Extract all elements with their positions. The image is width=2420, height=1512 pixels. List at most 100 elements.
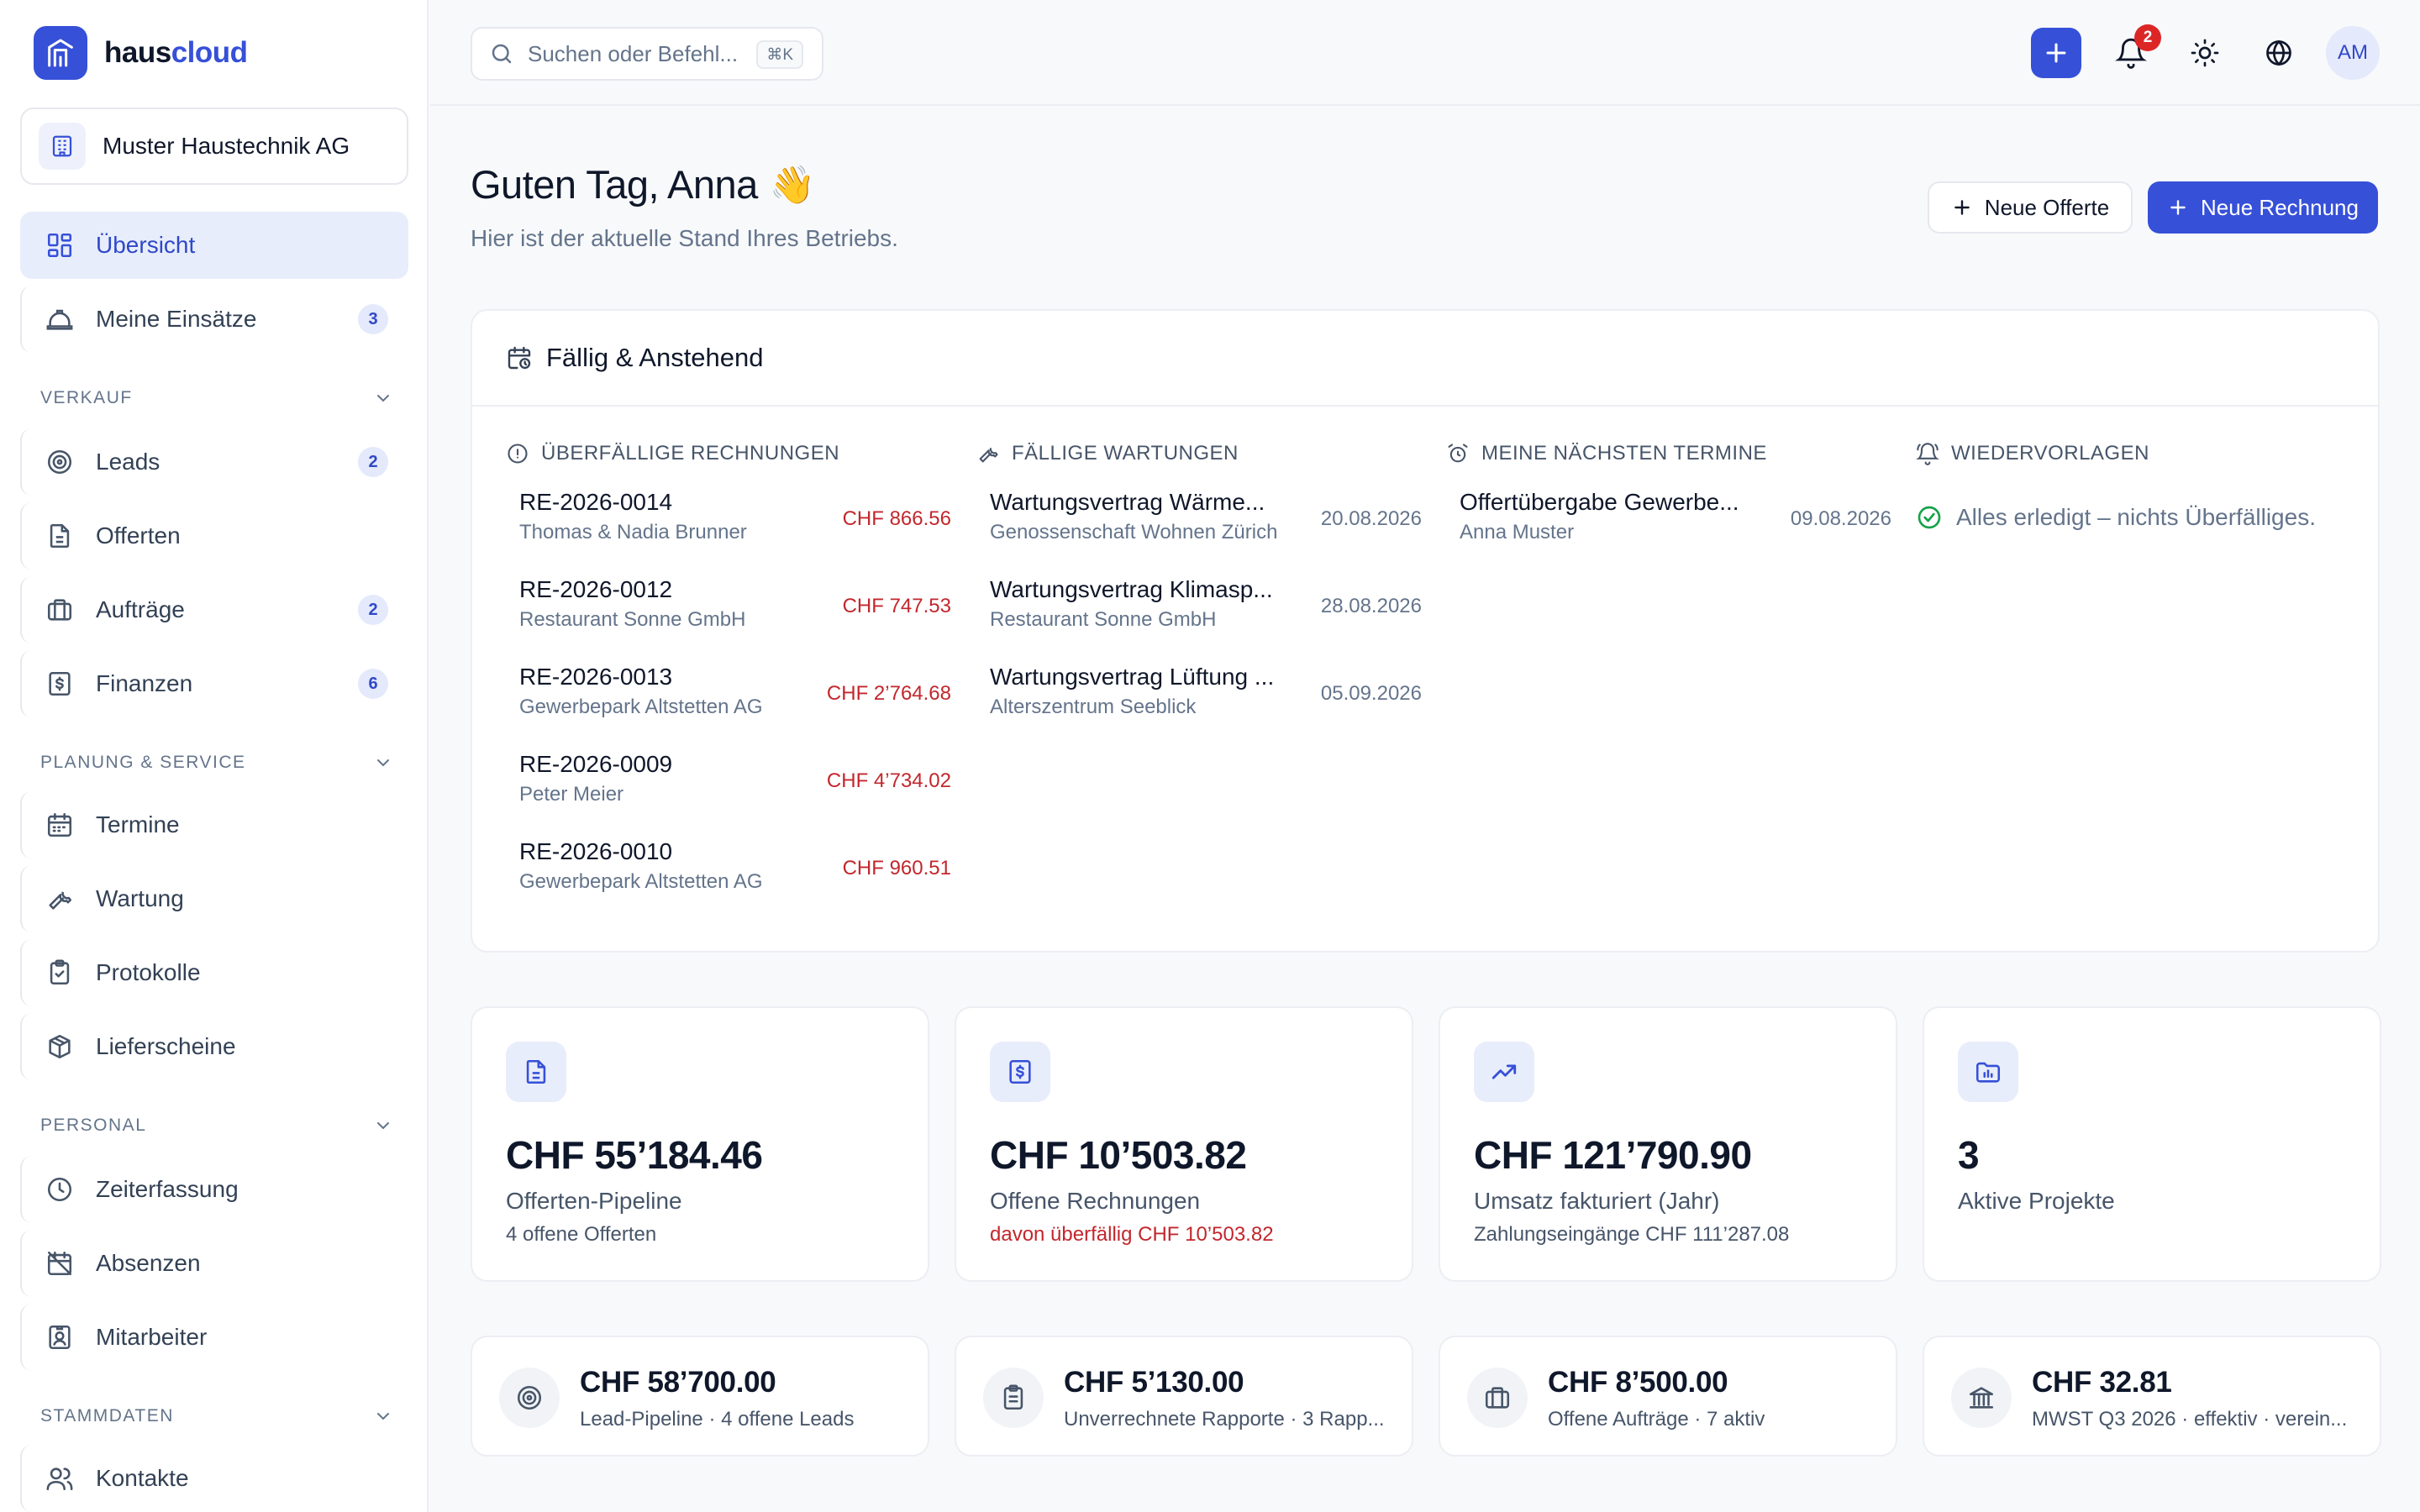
wrench-icon bbox=[44, 883, 76, 915]
sidebar-item-label: Offerten bbox=[96, 522, 181, 549]
stat-card-offer-pipeline[interactable]: CHF 55’184.46 Offerten-Pipeline 4 offene… bbox=[471, 1006, 929, 1282]
language-switcher[interactable] bbox=[2257, 31, 2301, 75]
sidebar-item-zeiterfassung[interactable]: Zeiterfassung bbox=[20, 1156, 408, 1223]
stat-card-active-projects[interactable]: 3 Aktive Projekte bbox=[1923, 1006, 2381, 1282]
column-header: FÄLLIGE WARTUNGEN bbox=[976, 440, 1430, 467]
building-icon bbox=[39, 123, 86, 170]
globe-icon bbox=[2264, 38, 2294, 68]
chevron-down-icon bbox=[373, 1406, 393, 1426]
theme-toggle[interactable] bbox=[2183, 31, 2227, 75]
shortcut-hint: ⌘K bbox=[756, 40, 803, 69]
company-switcher[interactable]: Muster Haustechnik AG bbox=[20, 108, 408, 185]
id-badge-icon bbox=[44, 1321, 76, 1353]
contract-client: Alterszentrum Seeblick bbox=[990, 696, 1197, 718]
mini-card-vat[interactable]: CHF 32.81 MWST Q3 2026 · effektiv · vere… bbox=[1923, 1336, 2381, 1457]
sidebar-item-label: Aufträge bbox=[96, 596, 185, 622]
sidebar-item-label: Kontakte bbox=[96, 1465, 189, 1491]
invoice-client: Gewerbepark Altstetten AG bbox=[519, 696, 763, 718]
sidebar-item-label: Leads bbox=[96, 449, 160, 475]
column-title: FÄLLIGE WARTUNGEN bbox=[1012, 442, 1239, 465]
sidebar-item-leads[interactable]: Leads 2 bbox=[20, 428, 408, 496]
sidebar-item-termine[interactable]: Termine bbox=[20, 791, 408, 858]
sidebar-item-finanzen[interactable]: Finanzen 6 bbox=[20, 650, 408, 717]
mini-value: CHF 8’500.00 bbox=[1548, 1366, 1728, 1399]
page-title: Guten Tag, Anna 👋 bbox=[471, 161, 816, 207]
target-icon bbox=[499, 1368, 560, 1428]
appointment-row[interactable]: Offertübergabe Gewerbe... Anna Muster 09… bbox=[1460, 489, 1891, 564]
top-bar: Suchen oder Befehl... ⌘K 2 AM bbox=[430, 0, 2420, 106]
invoice-client: Peter Meier bbox=[519, 783, 624, 806]
overdue-invoice-row[interactable]: RE-2026-0014 Thomas & Nadia Brunner CHF … bbox=[519, 489, 951, 564]
sidebar-item-label: Meine Einsätze bbox=[96, 306, 257, 332]
stat-card-open-invoices[interactable]: CHF 10’503.82 Offene Rechnungen davon üb… bbox=[955, 1006, 1413, 1282]
section-title: STAMMDATEN bbox=[40, 1406, 174, 1425]
quick-add-button[interactable] bbox=[2031, 28, 2081, 78]
wrench-icon bbox=[976, 442, 1000, 465]
sidebar-item-offerten[interactable]: Offerten bbox=[20, 502, 408, 570]
user-avatar[interactable]: AM bbox=[2326, 26, 2380, 80]
sidebar-item-label: Wartung bbox=[96, 885, 184, 911]
calendar-clock-icon bbox=[506, 344, 533, 371]
overdue-invoice-row[interactable]: RE-2026-0010 Gewerbepark Altstetten AG C… bbox=[519, 838, 951, 914]
trending-up-icon bbox=[1474, 1042, 1534, 1102]
sidebar-item-auftraege[interactable]: Aufträge 2 bbox=[20, 576, 408, 643]
stat-label: Offerten-Pipeline bbox=[506, 1188, 682, 1214]
house-logo-icon bbox=[34, 26, 87, 80]
mini-card-lead-pipeline[interactable]: CHF 58’700.00 Lead-Pipeline · 4 offene L… bbox=[471, 1336, 929, 1457]
due-date: 05.09.2026 bbox=[1320, 682, 1422, 705]
overdue-invoice-row[interactable]: RE-2026-0009 Peter Meier CHF 4’734.02 bbox=[519, 751, 951, 827]
sidebar-item-absenzen[interactable]: Absenzen bbox=[20, 1230, 408, 1297]
section-planung-service[interactable]: PLANUNG & SERVICE bbox=[40, 753, 393, 773]
stat-card-revenue[interactable]: CHF 121’790.90 Umsatz fakturiert (Jahr) … bbox=[1439, 1006, 1897, 1282]
package-icon bbox=[44, 1031, 76, 1063]
due-date: 28.08.2026 bbox=[1320, 595, 1422, 617]
search-input[interactable]: Suchen oder Befehl... ⌘K bbox=[471, 27, 823, 81]
mini-card-open-orders[interactable]: CHF 8’500.00 Offene Aufträge · 7 aktiv bbox=[1439, 1336, 1897, 1457]
mini-subtitle: Lead-Pipeline · 4 offene Leads bbox=[580, 1408, 855, 1431]
sidebar-item-wartung[interactable]: Wartung bbox=[20, 865, 408, 932]
overdue-invoice-row[interactable]: RE-2026-0013 Gewerbepark Altstetten AG C… bbox=[519, 664, 951, 739]
sidebar-item-label: Mitarbeiter bbox=[96, 1324, 208, 1350]
maintenance-row[interactable]: Wartungsvertrag Lüftung ... Alterszentru… bbox=[990, 664, 1422, 739]
notifications-button[interactable]: 2 bbox=[2109, 24, 2161, 75]
new-offer-label: Neue Offerte bbox=[1984, 194, 2110, 220]
maintenance-row[interactable]: Wartungsvertrag Wärme... Genossenschaft … bbox=[990, 489, 1422, 564]
column-title: ÜBERFÄLLIGE RECHNUNGEN bbox=[541, 442, 840, 465]
sidebar-item-kontakte[interactable]: Kontakte bbox=[20, 1445, 408, 1512]
new-invoice-button[interactable]: Neue Rechnung bbox=[2148, 181, 2378, 234]
count-badge: 2 bbox=[358, 595, 388, 625]
section-verkauf[interactable]: VERKAUF bbox=[40, 388, 393, 408]
appointment-date: 09.08.2026 bbox=[1790, 507, 1891, 530]
empty-state-text: Alles erledigt – nichts Überfälliges. bbox=[1956, 504, 2316, 530]
new-offer-button[interactable]: Neue Offerte bbox=[1928, 181, 2133, 234]
due-upcoming-card: Fällig & Anstehend ÜBERFÄLLIGE RECHNUNGE… bbox=[471, 309, 2380, 953]
mini-card-unbilled-reports[interactable]: CHF 5’130.00 Unverrechnete Rapporte · 3 … bbox=[955, 1336, 1413, 1457]
sun-icon bbox=[2190, 38, 2220, 68]
section-personal[interactable]: PERSONAL bbox=[40, 1116, 393, 1136]
sidebar-item-protokolle[interactable]: Protokolle bbox=[20, 939, 408, 1006]
plus-icon bbox=[2167, 197, 2201, 218]
invoice-amount: CHF 4’734.02 bbox=[826, 769, 951, 792]
sidebar-item-mitarbeiter[interactable]: Mitarbeiter bbox=[20, 1304, 408, 1371]
followups-column: WIEDERVORLAGEN Alles erledigt – nichts Ü… bbox=[1916, 440, 2370, 530]
column-header: ÜBERFÄLLIGE RECHNUNGEN bbox=[506, 440, 960, 467]
sidebar-item-lieferscheine[interactable]: Lieferscheine bbox=[20, 1013, 408, 1080]
brand-logo[interactable]: hauscloud bbox=[34, 26, 248, 80]
stat-value: CHF 10’503.82 bbox=[990, 1133, 1247, 1177]
sidebar-item-meine-einsaetze[interactable]: Meine Einsätze 3 bbox=[20, 286, 408, 353]
section-stammdaten[interactable]: STAMMDATEN bbox=[40, 1406, 393, 1426]
stat-label: Aktive Projekte bbox=[1958, 1188, 2115, 1214]
mini-subtitle: Unverrechnete Rapporte · 3 Rapp... bbox=[1064, 1408, 1385, 1431]
sidebar-item-label: Übersicht bbox=[96, 232, 196, 258]
invoice-amount: CHF 747.53 bbox=[842, 595, 951, 617]
maintenance-row[interactable]: Wartungsvertrag Klimasp... Restaurant So… bbox=[990, 576, 1422, 652]
overdue-invoice-row[interactable]: RE-2026-0012 Restaurant Sonne GmbH CHF 7… bbox=[519, 576, 951, 652]
alert-circle-icon bbox=[506, 442, 529, 465]
stat-note: Zahlungseingänge CHF 111’287.08 bbox=[1474, 1223, 1790, 1246]
invoice-icon bbox=[990, 1042, 1050, 1102]
document-icon bbox=[506, 1042, 566, 1102]
invoice-number: RE-2026-0009 bbox=[519, 751, 673, 777]
briefcase-icon bbox=[44, 594, 76, 626]
sidebar-item-uebersicht[interactable]: Übersicht bbox=[20, 212, 408, 279]
stat-value: CHF 121’790.90 bbox=[1474, 1133, 1752, 1177]
